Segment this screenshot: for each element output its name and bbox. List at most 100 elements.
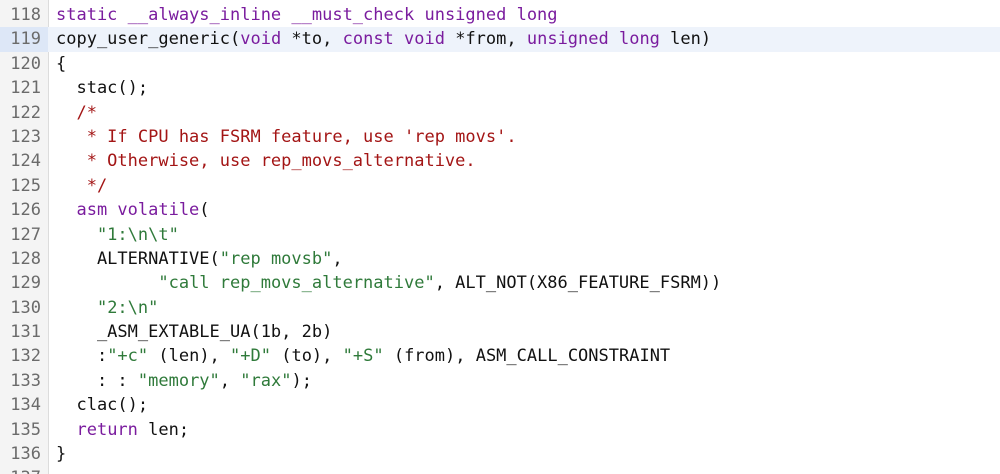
line-number[interactable]: 135 <box>0 418 48 442</box>
line-code: */ <box>48 174 107 198</box>
line-code: return len; <box>48 418 189 442</box>
code-line[interactable]: 124 * Otherwise, use rep_movs_alternativ… <box>0 149 1000 173</box>
line-number[interactable]: 129 <box>0 271 48 295</box>
code-token: return <box>76 419 138 440</box>
code-token: ); <box>291 370 312 391</box>
code-line[interactable]: 121 stac(); <box>0 76 1000 100</box>
line-code: stac(); <box>48 76 148 100</box>
code-token: "2:\n" <box>96 297 159 318</box>
code-token: unsigned long <box>526 29 660 50</box>
code-line[interactable]: 123 * If CPU has FSRM feature, use 'rep … <box>0 125 1000 149</box>
code-token: ALTERNATIVE( <box>56 248 220 269</box>
code-line[interactable]: 119 copy_user_generic(void *to, const voi… <box>0 27 1000 52</box>
line-number[interactable]: 137 <box>0 466 48 474</box>
code-token: const void <box>342 29 445 50</box>
line-code: "call rep_movs_alternative", ALT_NOT(X86… <box>48 271 721 295</box>
code-token: unsigned long <box>424 5 558 25</box>
line-number[interactable]: 132 <box>0 344 48 368</box>
line-code: _ASM_EXTABLE_UA(1b, 2b) <box>48 320 332 344</box>
code-token: "rep movsb" <box>219 248 333 269</box>
code-line[interactable]: 128 ALTERNATIVE("rep movsb", <box>0 247 1000 271</box>
code-token: (len), <box>148 346 231 367</box>
line-code: clac(); <box>48 393 148 417</box>
code-token: asm volatile <box>56 200 200 221</box>
code-token: * If CPU has FSRM feature, use 'rep movs… <box>56 126 517 147</box>
line-number[interactable]: 134 <box>0 393 48 417</box>
code-token: *from, <box>444 29 527 50</box>
line-number[interactable]: 128 <box>0 247 48 271</box>
code-token: "call rep_movs_alternative" <box>158 273 435 294</box>
code-token: "1:\n\t" <box>56 224 179 245</box>
line-number[interactable]: 122 <box>0 101 48 125</box>
line-code: ALTERNATIVE("rep movsb", <box>48 247 343 271</box>
code-token: */ <box>56 175 108 196</box>
code-viewer[interactable]: 118 static __always_inline __must_check u… <box>0 0 1000 474</box>
code-token: } <box>56 444 67 465</box>
code-line[interactable]: 130 "2:\n" <box>0 296 1000 320</box>
code-line[interactable]: 131 _ASM_EXTABLE_UA(1b, 2b) <box>0 320 1000 344</box>
line-code: { <box>48 52 66 76</box>
line-code: "1:\n\t" <box>48 223 179 247</box>
line-number[interactable]: 121 <box>0 76 48 100</box>
line-code: * Otherwise, use rep_movs_alternative. <box>48 149 476 173</box>
code-line[interactable]: 125 */ <box>0 174 1000 198</box>
code-token: void <box>240 29 282 50</box>
line-number[interactable]: 130 <box>0 296 48 320</box>
code-token: stac(); <box>56 78 149 99</box>
code-line[interactable]: 118 static __always_inline __must_check u… <box>0 3 1000 27</box>
line-number[interactable]: 136 <box>0 442 48 466</box>
line-number[interactable]: 119 <box>0 27 48 52</box>
code-line[interactable]: 137 <box>0 466 1000 474</box>
code-token: len) <box>659 29 712 50</box>
line-code: asm volatile( <box>48 198 210 222</box>
line-number[interactable]: 127 <box>0 223 48 247</box>
code-line[interactable]: 122 /* <box>0 101 1000 125</box>
code-token: "memory" <box>137 370 220 391</box>
line-number[interactable]: 124 <box>0 149 48 173</box>
line-number[interactable]: 118 <box>0 3 48 27</box>
line-number[interactable]: 125 <box>0 174 48 198</box>
code-token: *to, <box>281 29 343 50</box>
code-token: "+c" <box>107 346 149 367</box>
line-code: * If CPU has FSRM feature, use 'rep movs… <box>48 125 517 149</box>
code-line[interactable]: 120 { <box>0 52 1000 76</box>
line-number[interactable]: 131 <box>0 320 48 344</box>
code-token: * Otherwise, use rep_movs_alternative. <box>56 151 476 172</box>
line-number[interactable]: 123 <box>0 125 48 149</box>
line-number[interactable]: 133 <box>0 369 48 393</box>
code-token: clac(); <box>56 395 149 416</box>
code-line[interactable]: 129 "call rep_movs_alternative", ALT_NOT… <box>0 271 1000 295</box>
code-token: "+D" <box>230 346 271 367</box>
code-lines: 118 static __always_inline __must_check u… <box>0 3 1000 474</box>
code-line[interactable]: 136} <box>0 442 1000 466</box>
line-code: : : "memory", "rax"); <box>48 369 312 393</box>
code-token: copy_user_generic( <box>56 29 241 50</box>
line-code: /* <box>48 101 97 125</box>
code-token: , ALT_NOT(X86_FEATURE_FSRM)) <box>434 273 722 294</box>
code-line[interactable]: 135 return len; <box>0 418 1000 442</box>
code-token: : <box>56 346 108 367</box>
code-token: { <box>56 53 67 74</box>
code-line[interactable]: 133 : : "memory", "rax"); <box>0 369 1000 393</box>
code-token: : : <box>56 370 138 391</box>
code-token: ( <box>199 200 210 221</box>
line-number[interactable]: 126 <box>0 198 48 222</box>
code-token: (to), <box>270 346 343 367</box>
code-token: len; <box>137 419 190 440</box>
code-token: /* <box>56 102 97 123</box>
code-line[interactable]: 132 :"+c" (len), "+D" (to), "+S" (from),… <box>0 344 1000 368</box>
line-code: static __always_inline __must_check unsi… <box>48 3 558 27</box>
code-token: "rax" <box>240 370 292 391</box>
code-token: (from), ASM_CALL_CONSTRAINT <box>383 346 671 367</box>
code-line[interactable]: 127 "1:\n\t" <box>0 223 1000 247</box>
code-line[interactable]: 126 asm volatile( <box>0 198 1000 222</box>
code-token: static __always_inline __must_check <box>56 5 425 25</box>
line-number[interactable]: 120 <box>0 52 48 76</box>
code-line[interactable]: 134 clac(); <box>0 393 1000 417</box>
code-token: , <box>219 370 241 391</box>
line-code: } <box>48 442 66 466</box>
